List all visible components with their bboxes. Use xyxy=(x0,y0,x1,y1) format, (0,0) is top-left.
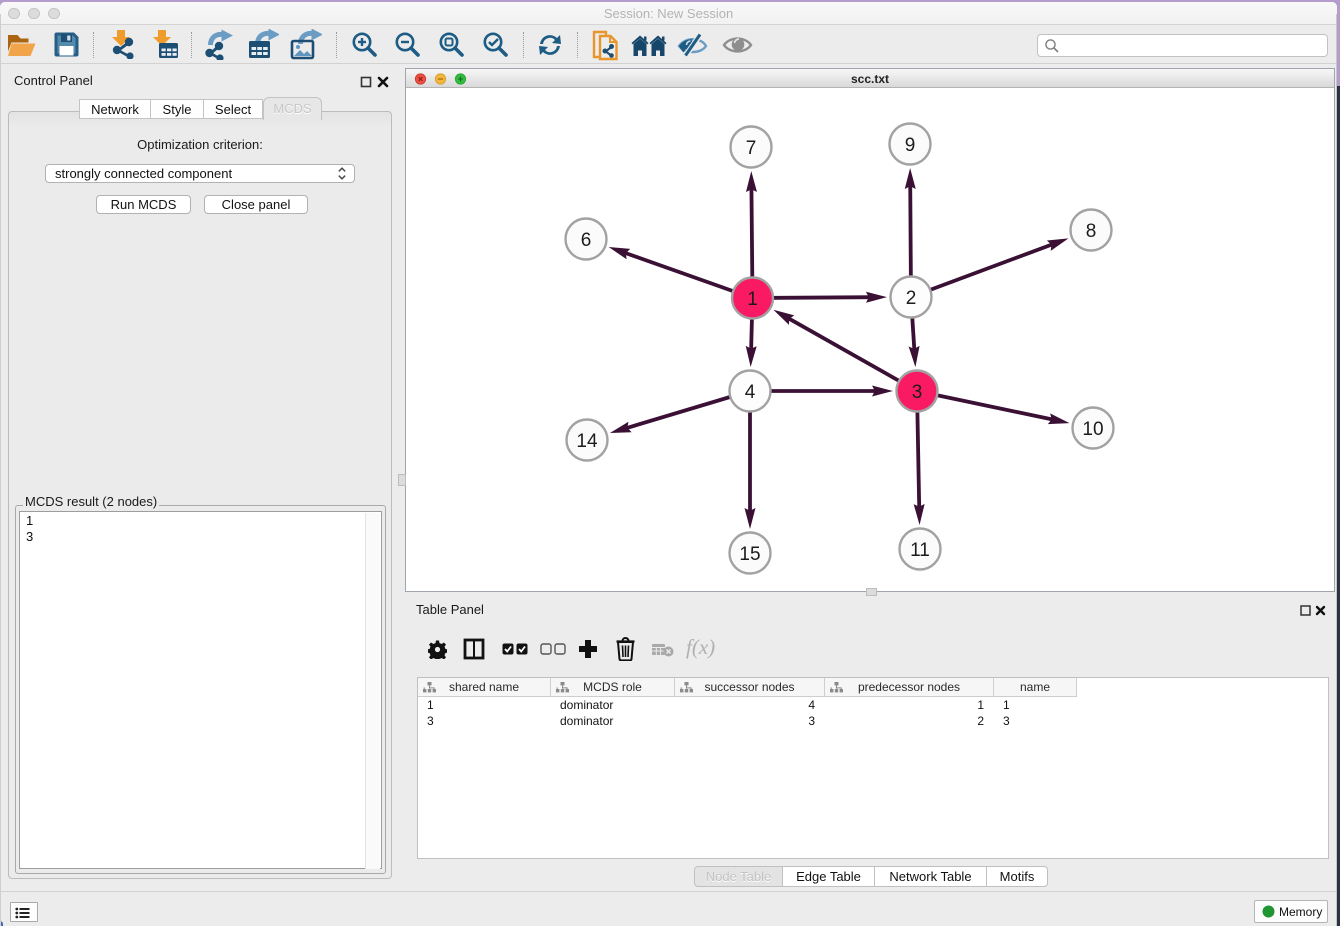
svg-text:7: 7 xyxy=(746,138,757,159)
svg-text:15: 15 xyxy=(739,544,760,565)
svg-text:9: 9 xyxy=(905,135,916,156)
svg-text:4: 4 xyxy=(745,382,756,403)
svg-text:10: 10 xyxy=(1082,419,1103,440)
svg-text:1: 1 xyxy=(747,289,758,310)
svg-text:6: 6 xyxy=(581,230,592,251)
svg-text:3: 3 xyxy=(912,382,923,403)
svg-text:11: 11 xyxy=(910,540,930,561)
svg-text:2: 2 xyxy=(906,288,917,309)
svg-text:8: 8 xyxy=(1086,221,1097,242)
svg-text:14: 14 xyxy=(576,431,598,452)
